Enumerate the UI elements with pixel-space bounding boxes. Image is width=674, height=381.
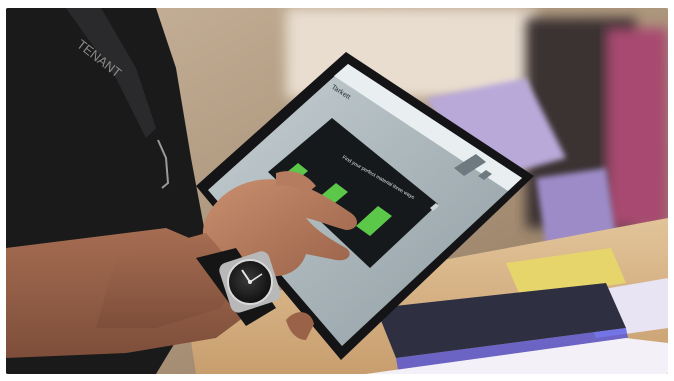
background-pink-object [606,28,668,228]
photo-frame: TENANT Tarkett Find your perfect materia… [6,8,668,374]
watch-center-pin [248,280,252,284]
photo-scene: TENANT Tarkett Find your perfect materia… [6,8,668,374]
